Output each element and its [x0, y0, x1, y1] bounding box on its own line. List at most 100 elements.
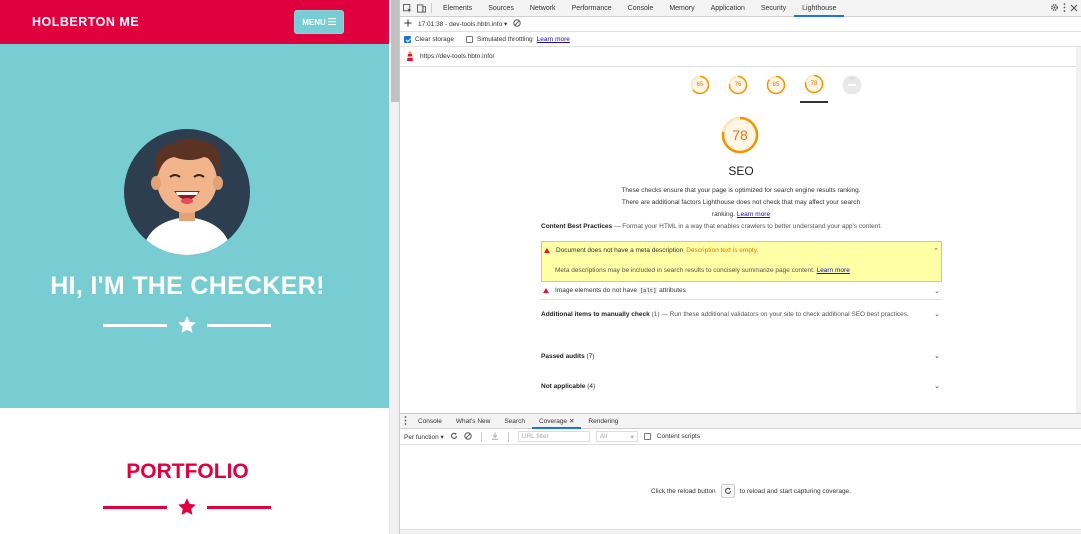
type-filter-select[interactable]: All ▾	[595, 431, 638, 442]
gauge-seo[interactable]: 78	[800, 67, 828, 103]
portfolio-title: PORTFOLIO	[126, 460, 249, 483]
divider-line-left	[103, 505, 167, 509]
empty-state-suffix: to reload and start capturing coverage.	[739, 487, 851, 495]
dropdown-arrow-icon: ▾	[504, 21, 508, 28]
fail-triangle-icon	[543, 288, 549, 293]
settings-gear-icon[interactable]	[1050, 3, 1059, 14]
site-navbar: HOLBERTON ME MENU	[0, 0, 389, 44]
toolbar-separator	[480, 431, 482, 442]
hamburger-icon	[327, 17, 336, 27]
not-applicable-group[interactable]: Not applicable (4) ⌄	[541, 379, 942, 393]
menu-label: MENU	[302, 17, 326, 27]
drawer-tab-rendering[interactable]: Rendering	[581, 414, 625, 429]
toolbar-separator	[431, 3, 432, 13]
drawer-tab-coverage-label: Coverage	[538, 417, 568, 425]
inspect-element-icon[interactable]	[400, 1, 414, 15]
audit-image-alt[interactable]: Image elements do not have [alt] attribu…	[541, 282, 942, 300]
na-label: Not applicable	[541, 382, 586, 390]
fail-triangle-icon	[544, 248, 550, 253]
tab-network[interactable]: Network	[522, 0, 564, 17]
website-viewport: HOLBERTON ME MENU HI, I'M THE CHECKER! P…	[0, 0, 389, 534]
manual-checks-group[interactable]: Additional items to manually check (1) —…	[541, 309, 942, 333]
close-icon[interactable]	[1070, 4, 1078, 14]
audit-detail-text: Meta descriptions may be included in sea…	[555, 266, 815, 274]
seo-learn-more-link[interactable]: Learn more	[737, 211, 770, 218]
url-filter-input[interactable]: URL filter	[517, 431, 590, 442]
drawer-tab-console[interactable]: Console	[411, 414, 449, 429]
drawer-tab-coverage[interactable]: Coverage ✕	[531, 414, 582, 429]
gauge-score: 78	[810, 81, 818, 87]
tab-memory[interactable]: Memory	[661, 0, 702, 17]
manual-count: (1)	[651, 311, 660, 318]
audit-status: Description text is empty.	[686, 247, 759, 254]
tab-application[interactable]: Application	[703, 0, 753, 17]
divider-line-left	[103, 323, 167, 327]
plus-icon[interactable]	[404, 19, 412, 29]
gauge-performance[interactable]: 65	[686, 67, 714, 103]
audit-learn-more-link[interactable]: Learn more	[817, 267, 850, 274]
download-icon[interactable]	[491, 432, 499, 442]
menu-button[interactable]: MENU	[294, 10, 344, 34]
audit-meta-description-detail: Meta descriptions may be included in sea…	[541, 259, 942, 282]
manual-checks-text: Additional items to manually check (1) —…	[541, 309, 921, 320]
simulated-throttling-checkbox[interactable]	[466, 35, 474, 43]
clear-report-icon[interactable]	[513, 19, 521, 29]
report-selector[interactable]: 17:01:38 - dev-tools.hbtn.info ▾	[418, 20, 507, 28]
simulated-throttling-label: Simulated throttling	[477, 35, 533, 43]
audit-code: [alt]	[638, 287, 658, 294]
close-tab-icon[interactable]: ✕	[569, 418, 574, 425]
learn-more-link[interactable]: Learn more	[537, 36, 570, 43]
clear-storage-checkbox[interactable]	[404, 35, 411, 43]
tab-elements[interactable]: Elements	[435, 0, 480, 17]
gauge-score: 76	[734, 82, 742, 88]
more-options-icon[interactable]	[1063, 3, 1066, 14]
device-toolbar-icon[interactable]	[414, 1, 428, 15]
gauge-accessibility[interactable]: 76	[724, 67, 752, 103]
toolbar-separator	[507, 431, 509, 442]
empty-state-prefix: Click the reload button	[651, 487, 716, 495]
drawer-tab-whats-new[interactable]: What's New	[449, 414, 497, 429]
portfolio-divider	[103, 497, 271, 517]
coverage-empty-state: Click the reload button to reload and st…	[400, 484, 1081, 498]
report-scrollbar[interactable]	[1076, 47, 1081, 413]
url-filter-placeholder: URL filter	[521, 433, 549, 440]
site-brand[interactable]: HOLBERTON ME	[32, 15, 139, 29]
tab-console[interactable]: Console	[620, 0, 662, 17]
seo-category-title: SEO	[728, 164, 754, 178]
report-url[interactable]: https://dev-tools.hbtn.info/	[420, 53, 494, 60]
divider-line-right	[207, 505, 271, 509]
dropdown-arrow-icon: ▾	[440, 433, 444, 441]
devtools-tab-bar: Elements Sources Network Performance Con…	[400, 0, 1081, 17]
tab-performance[interactable]: Performance	[564, 0, 620, 17]
coverage-toolbar: Per function ▾ URL filter All ▾ Content …	[400, 429, 1081, 445]
na-count: (4)	[587, 382, 596, 390]
scrollbar-thumb[interactable]	[391, 0, 399, 102]
reload-icon[interactable]	[450, 432, 458, 442]
per-function-select[interactable]: Per function ▾	[404, 433, 444, 441]
content-best-practices-group: Content Best Practices — Format your HTM…	[541, 223, 941, 230]
tab-lighthouse[interactable]: Lighthouse	[794, 0, 845, 17]
per-function-label: Per function	[404, 433, 439, 441]
drawer-tab-search[interactable]: Search	[497, 414, 532, 429]
audit-title-prefix: Image elements do not have	[555, 287, 638, 294]
type-filter-value: All	[599, 433, 607, 440]
gauge-pwa[interactable]: PWA	[838, 67, 866, 103]
tab-sources[interactable]: Sources	[480, 0, 522, 17]
audit-meta-description[interactable]: Document does not have a meta descriptio…	[541, 241, 942, 259]
chevron-down-icon: ⌄	[934, 353, 940, 360]
divider-line-right	[207, 323, 271, 327]
lighthouse-options: Clear storage Simulated throttling Learn…	[400, 32, 1081, 47]
website-scrollbar[interactable]	[389, 0, 399, 534]
clear-icon[interactable]	[464, 431, 472, 442]
dropdown-arrow-icon: ▾	[630, 433, 634, 441]
gauge-best-practices[interactable]: 85	[762, 67, 790, 103]
tab-security[interactable]: Security	[753, 0, 794, 17]
passed-audits-group[interactable]: Passed audits (7) ⌄	[541, 349, 942, 363]
seo-description: These checks ensure that your page is op…	[620, 185, 862, 221]
drawer-bottom-bar	[400, 529, 1081, 534]
chevron-up-icon: ⌃	[933, 247, 939, 255]
reload-button[interactable]	[720, 484, 735, 498]
drawer-menu-icon[interactable]	[404, 415, 407, 427]
hero-section: HI, I'M THE CHECKER!	[0, 44, 389, 408]
content-scripts-checkbox[interactable]	[643, 433, 651, 440]
